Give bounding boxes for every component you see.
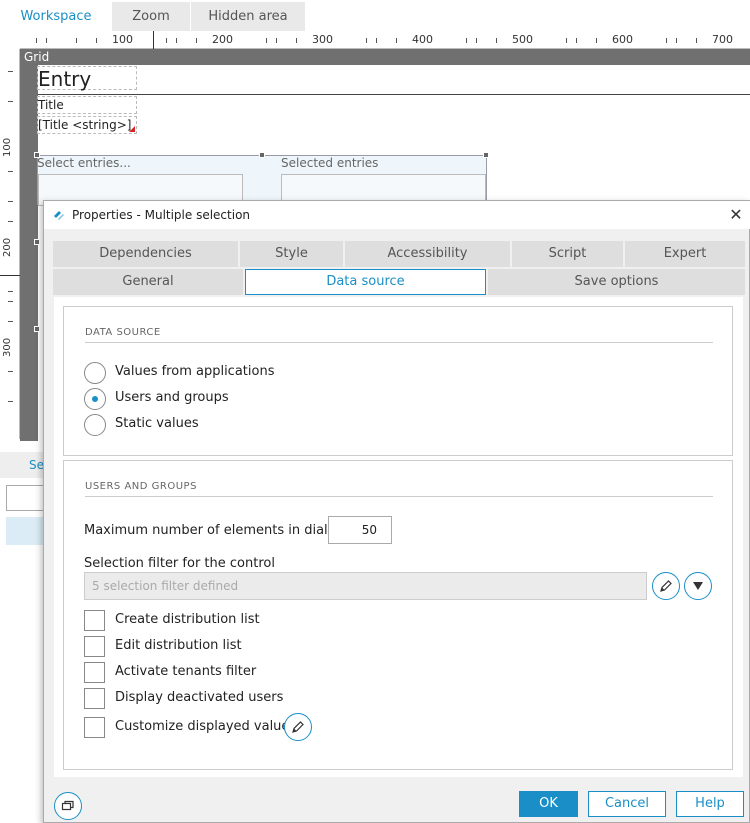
data-source-group: DATA SOURCE Values from applications Use… <box>63 306 733 456</box>
form-input-element[interactable]: [Title <string>] <box>37 116 137 134</box>
tab-accessibility[interactable]: Accessibility <box>345 241 510 267</box>
checkbox[interactable] <box>84 610 105 631</box>
ruler-label: 600 <box>612 33 633 46</box>
group-divider <box>85 342 713 343</box>
tab-script[interactable]: Script <box>512 241 623 267</box>
window-icon <box>61 800 74 811</box>
ruler-label: 500 <box>512 33 533 46</box>
ruler-position-marker <box>0 275 20 276</box>
radio-button[interactable] <box>84 362 106 384</box>
ruler-label: 300 <box>312 33 333 46</box>
checkbox[interactable] <box>84 688 105 709</box>
ruler-label: 300 <box>2 337 13 357</box>
checkbox[interactable] <box>84 717 105 738</box>
ok-button[interactable]: OK <box>519 791 578 817</box>
close-icon[interactable]: ✕ <box>726 205 746 225</box>
radio-label: Static values <box>115 416 199 431</box>
tab-expert[interactable]: Expert <box>625 241 745 267</box>
checkbox[interactable] <box>84 636 105 657</box>
checkbox-label: Display deactivated users <box>115 690 284 705</box>
checkbox-label: Create distribution list <box>115 612 260 627</box>
edit-filter-button[interactable] <box>652 572 680 600</box>
tab-dependencies[interactable]: Dependencies <box>53 241 238 267</box>
resize-handle[interactable] <box>259 152 265 158</box>
resize-handle[interactable] <box>34 239 40 245</box>
resize-handle[interactable] <box>483 152 489 158</box>
ruler-position-marker <box>153 31 154 49</box>
bottom-panel-search-input[interactable] <box>6 485 44 511</box>
title-divider <box>38 94 750 95</box>
horizontal-ruler: 100 200 300 400 500 600 700 <box>20 31 750 49</box>
canvas-gutter <box>20 49 38 441</box>
tab-data-source[interactable]: Data source <box>245 269 486 295</box>
cancel-button[interactable]: Cancel <box>588 791 666 817</box>
properties-dialog: Properties - Multiple selection ✕ Depend… <box>43 200 750 823</box>
bottom-panel-tab-label: Se <box>29 458 44 472</box>
radio-label: Values from applications <box>115 364 275 379</box>
ruler-label: 200 <box>212 33 233 46</box>
checkbox-label: Activate tenants filter <box>115 664 257 679</box>
window-mode-button[interactable] <box>54 792 82 820</box>
group-divider <box>85 496 713 497</box>
checkbox-label: Customize displayed values <box>115 719 297 734</box>
form-title-element[interactable]: Entry <box>37 66 137 91</box>
pencil-icon <box>292 721 304 733</box>
radio-button[interactable] <box>84 388 106 410</box>
users-and-groups-group: USERS AND GROUPS Maximum number of eleme… <box>63 460 733 770</box>
form-label-element[interactable]: Title <box>37 96 137 114</box>
designer-tab-bar: Workspace Zoom Hidden area <box>0 0 750 32</box>
selection-filter-label: Selection filter for the control <box>84 556 275 571</box>
max-elements-label: Maximum number of elements in dialog <box>84 523 344 538</box>
pencil-icon <box>660 580 672 592</box>
selection-filter-input[interactable]: 5 selection filter defined <box>84 572 647 600</box>
filter-icon <box>693 582 703 590</box>
radio-button[interactable] <box>84 414 106 436</box>
selected-entries-label: Selected entries <box>281 156 379 170</box>
dialog-titlebar[interactable]: Properties - Multiple selection ✕ <box>44 201 750 229</box>
select-entries-label: Select entries... <box>37 156 131 170</box>
group-heading: USERS AND GROUPS <box>85 481 197 492</box>
ruler-label: 400 <box>412 33 433 46</box>
dialog-title: Properties - Multiple selection <box>72 208 251 222</box>
checkbox-label: Edit distribution list <box>115 638 242 653</box>
required-marker-icon <box>129 126 135 132</box>
group-heading: DATA SOURCE <box>85 327 161 338</box>
radio-label: Users and groups <box>115 390 229 405</box>
multiple-selection-element[interactable]: Select entries... Selected entries <box>37 155 487 206</box>
max-elements-input[interactable]: 50 <box>328 516 392 544</box>
edit-displayed-values-button[interactable] <box>284 713 312 741</box>
checkbox[interactable] <box>84 662 105 683</box>
vertical-ruler: 100 200 300 <box>0 49 20 439</box>
tab-zoom[interactable]: Zoom <box>111 2 190 31</box>
tab-hidden-area[interactable]: Hidden area <box>190 2 305 31</box>
input-placeholder-text: [Title <string>] <box>38 118 132 132</box>
ruler-label: 700 <box>712 33 733 46</box>
tab-save-options[interactable]: Save options <box>488 269 745 295</box>
resize-handle[interactable] <box>34 326 40 332</box>
resize-handle[interactable] <box>34 152 40 158</box>
grid-header: Grid <box>20 49 750 65</box>
tab-workspace[interactable]: Workspace <box>0 2 111 31</box>
filter-button[interactable] <box>684 572 712 600</box>
tab-general[interactable]: General <box>53 269 243 295</box>
bottom-panel-selected-row[interactable] <box>6 517 44 545</box>
ruler-label: 200 <box>2 237 13 257</box>
ruler-label: 100 <box>112 33 133 46</box>
app-logo-icon <box>54 211 64 220</box>
tab-style[interactable]: Style <box>240 241 343 267</box>
ruler-label: 100 <box>2 137 13 157</box>
help-button[interactable]: Help <box>676 791 744 817</box>
